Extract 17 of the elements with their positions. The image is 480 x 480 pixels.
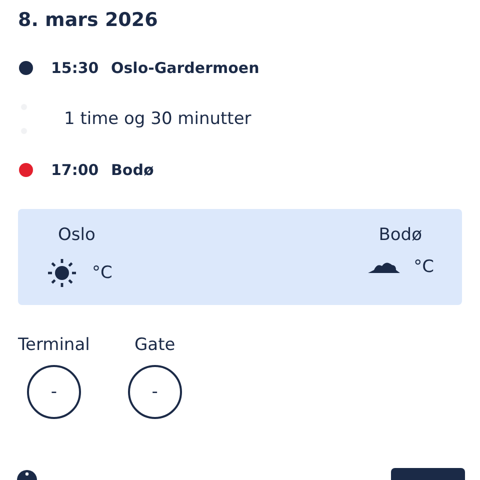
info-icon <box>17 468 37 480</box>
info-label: Gate <box>134 335 176 355</box>
stop-place: Bodø <box>111 161 154 179</box>
weather-city: Oslo <box>58 225 96 245</box>
stop-place: Oslo-Gardermoen <box>111 59 260 77</box>
stop-time: 15:30 <box>51 59 100 77</box>
temperature-unit: °C <box>414 257 434 277</box>
info-value: - <box>128 365 182 419</box>
stop-time: 17:00 <box>51 161 100 179</box>
weather-city: Bodø <box>378 225 422 245</box>
sun-icon <box>46 257 78 289</box>
cloud-icon <box>368 260 400 274</box>
info-label: Terminal <box>18 335 90 355</box>
flight-duration: 1 time og 30 minutter <box>64 109 252 129</box>
temperature-unit: °C <box>92 263 112 283</box>
date-heading: 8. mars 2026 <box>18 8 159 33</box>
info-value: - <box>26 365 81 419</box>
